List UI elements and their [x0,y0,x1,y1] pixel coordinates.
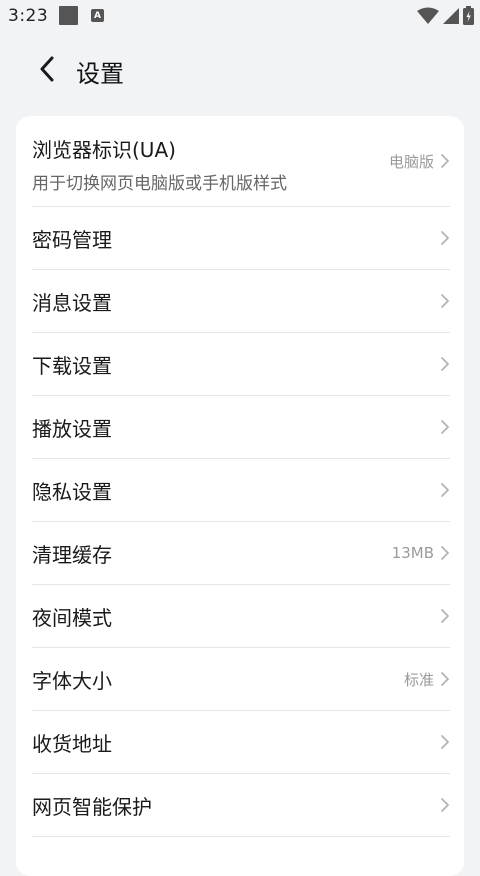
divider [32,836,450,837]
page-header: 设置 [0,40,480,100]
settings-row-address[interactable]: 收货地址 [32,711,450,773]
status-icons [417,6,474,25]
ua-value: 电脑版 [388,152,434,171]
row-label: 夜间模式 [32,605,112,630]
row-value: 标准 [403,670,434,689]
row-label: 网页智能保护 [32,794,152,819]
status-time: 3:23 [8,6,49,26]
settings-row-night-mode[interactable]: 夜间模式 [32,585,450,647]
settings-card: 浏览器标识(UA) 用于切换网页电脑版或手机版样式 电脑版 密码管理 消息设置 … [16,116,464,876]
chevron-right-icon [441,357,449,371]
back-button[interactable] [30,52,64,86]
chevron-right-icon [441,231,449,245]
row-label: 收货地址 [32,731,112,756]
settings-row-password[interactable]: 密码管理 [32,207,450,269]
chevron-right-icon [441,735,449,749]
chevron-right-icon [441,483,449,497]
page-title: 设置 [76,60,124,88]
chevron-right-icon [441,420,449,434]
row-label: 播放设置 [32,416,112,441]
status-bar: 3:23 A [0,0,480,32]
ua-title: 浏览器标识(UA) [32,138,176,162]
chevron-right-icon [441,154,449,168]
settings-row-privacy[interactable]: 隐私设置 [32,459,450,521]
a-badge-icon: A [91,9,104,22]
chevron-left-icon [40,56,54,82]
settings-row-clear-cache[interactable]: 清理缓存 13MB [32,522,450,584]
settings-row-ua[interactable]: 浏览器标识(UA) 用于切换网页电脑版或手机版样式 电脑版 [32,116,450,206]
row-value: 13MB [391,544,434,562]
row-label: 下载设置 [32,353,112,378]
chevron-right-icon [441,294,449,308]
signal-icon [443,7,459,24]
row-label: 消息设置 [32,290,112,315]
battery-icon [463,6,474,25]
settings-row-web-protection[interactable]: 网页智能保护 [32,774,450,836]
notification-square-icon [59,6,78,25]
settings-row-font-size[interactable]: 字体大小 标准 [32,648,450,710]
chevron-right-icon [441,609,449,623]
row-label: 隐私设置 [32,479,112,504]
settings-row-download[interactable]: 下载设置 [32,333,450,395]
chevron-right-icon [441,672,449,686]
chevron-right-icon [441,798,449,812]
row-label: 清理缓存 [32,542,112,567]
settings-row-messages[interactable]: 消息设置 [32,270,450,332]
settings-row-playback[interactable]: 播放设置 [32,396,450,458]
row-label: 字体大小 [32,668,112,693]
ua-subtitle: 用于切换网页电脑版或手机版样式 [32,174,287,194]
wifi-icon [417,7,439,24]
row-label: 密码管理 [32,227,112,252]
chevron-right-icon [441,546,449,560]
